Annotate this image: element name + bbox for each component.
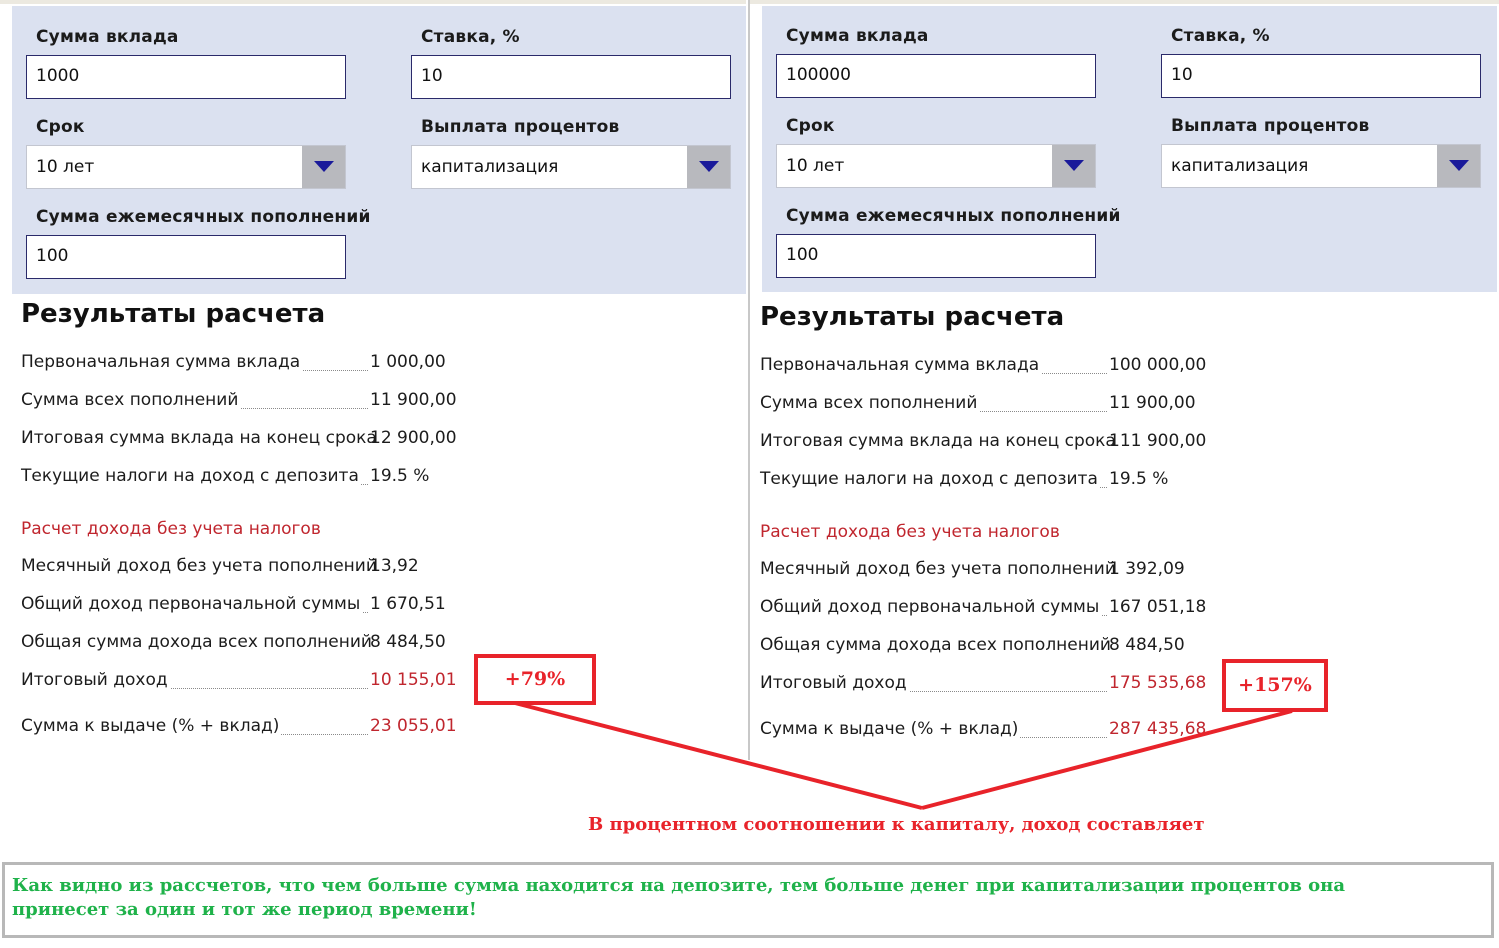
conclusion-box: Как видно из рассчетов, что чем больше с… <box>2 862 1494 938</box>
percent-callout-right: +157% <box>1222 659 1328 712</box>
conclusion-text: Как видно из рассчетов, что чем больше с… <box>12 875 1345 920</box>
annotation-arrows <box>514 701 1293 810</box>
arrow-line-left <box>514 701 923 810</box>
annotation-caption: В процентном соотношении к капиталу, дох… <box>588 814 1205 835</box>
percent-callout-left: +79% <box>474 654 596 705</box>
arrow-line-right <box>921 709 1293 810</box>
